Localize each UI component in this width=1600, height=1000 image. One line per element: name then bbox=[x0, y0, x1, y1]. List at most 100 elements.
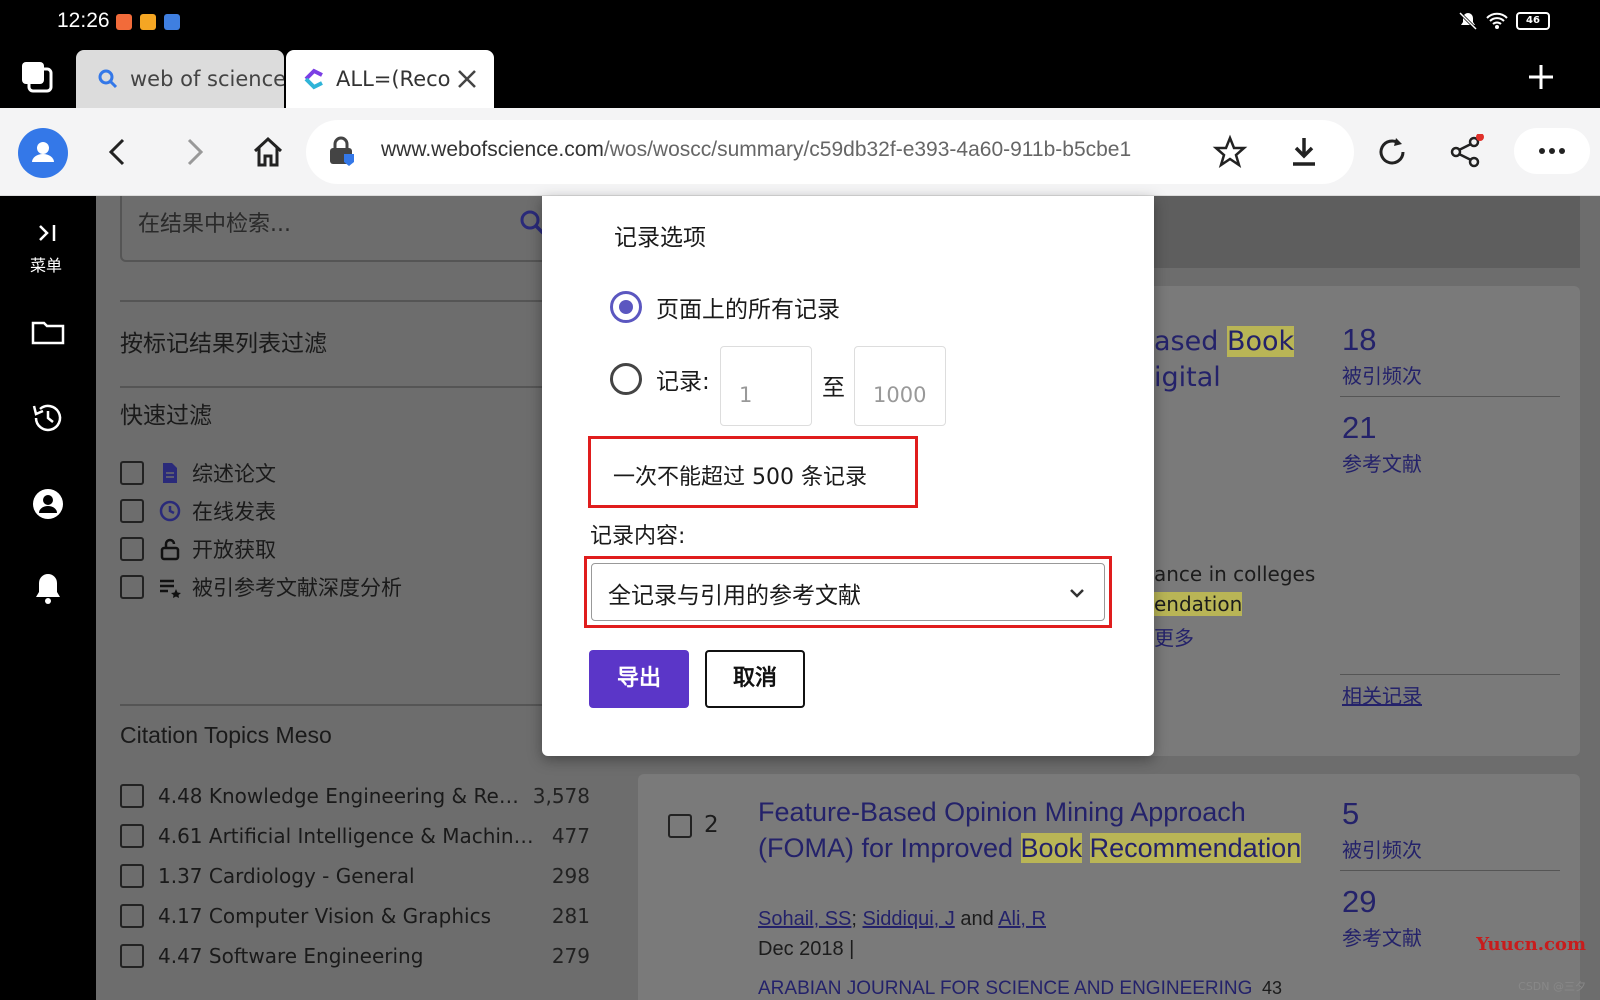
select-highlight: 全记录与引用的参考文献 bbox=[584, 556, 1112, 628]
export-button[interactable]: 导出 bbox=[589, 650, 689, 708]
mute-icon bbox=[1458, 11, 1478, 31]
result-2-title-line2[interactable]: (FOMA) for Improved Book Recommendation bbox=[758, 830, 1302, 866]
close-icon[interactable] bbox=[454, 66, 480, 92]
checkbox[interactable] bbox=[120, 537, 144, 561]
checkbox[interactable] bbox=[120, 944, 144, 968]
status-time: 12:26 bbox=[57, 9, 110, 32]
result-1-snippet: ance in colleges bbox=[1154, 562, 1316, 586]
author-link[interactable]: Ali, R bbox=[998, 908, 1046, 930]
result-2-refs-count[interactable]: 29 bbox=[1342, 884, 1376, 920]
list-star-icon bbox=[160, 579, 181, 598]
tab-strip: web of science ALL=(Reco bbox=[0, 46, 1600, 108]
notification-bell-icon[interactable] bbox=[30, 570, 66, 606]
max-records-warning: 一次不能超过 500 条记录 bbox=[588, 436, 918, 508]
range-to-label: 至 bbox=[822, 375, 845, 401]
dialog-title: 记录选项 bbox=[614, 225, 706, 251]
tab-results[interactable]: ALL=(Reco bbox=[286, 50, 494, 108]
topic-row[interactable]: 4.48 Knowledge Engineering & Represe... … bbox=[120, 784, 590, 808]
export-records-dialog: 记录选项 页面上的所有记录 记录: 1 至 1000 一次不能超过 500 条记… bbox=[542, 196, 1154, 756]
result-1-snippet-highlight: endation bbox=[1154, 592, 1243, 616]
more-icon bbox=[1539, 148, 1565, 154]
search-placeholder: 在结果中检索... bbox=[138, 212, 291, 237]
status-bar: 12:26 46 bbox=[0, 0, 1600, 46]
divider bbox=[120, 386, 560, 388]
browser-toolbar: www.webofscience.com/wos/woscc/summary/c… bbox=[0, 108, 1600, 196]
checkbox[interactable] bbox=[120, 904, 144, 928]
tab-switcher-icon[interactable] bbox=[20, 60, 54, 94]
result-2-journal[interactable]: ARABIAN JOURNAL FOR SCIENCE AND ENGINEER… bbox=[758, 978, 1252, 1000]
result-2-cited-label: 被引频次 bbox=[1342, 838, 1422, 862]
share-icon[interactable] bbox=[1448, 134, 1484, 170]
result-2-authors: Sohail, SS; Siddiqui, J and Ali, R bbox=[758, 908, 1046, 930]
expand-menu-icon[interactable] bbox=[30, 216, 66, 252]
lock-icon bbox=[330, 136, 354, 166]
result-1-title-line2[interactable]: igital bbox=[1154, 360, 1221, 396]
divider bbox=[1340, 396, 1560, 397]
checkbox[interactable] bbox=[120, 461, 144, 485]
history-icon[interactable] bbox=[30, 400, 66, 436]
result-2-checkbox[interactable] bbox=[668, 814, 692, 838]
result-2-volume: 43 bbox=[1262, 978, 1283, 998]
record-content-select[interactable]: 全记录与引用的参考文献 bbox=[591, 563, 1105, 621]
checkbox[interactable] bbox=[120, 575, 144, 599]
quick-filter-title: 快速过滤 bbox=[120, 403, 212, 429]
bookmark-star-icon[interactable] bbox=[1212, 134, 1248, 170]
left-nav: 菜单 bbox=[0, 196, 96, 1000]
topic-row[interactable]: 4.47 Software Engineering 279 bbox=[120, 944, 590, 968]
show-more-link[interactable]: 更多 bbox=[1154, 622, 1194, 651]
topic-row[interactable]: 1.37 Cardiology - General 298 bbox=[120, 864, 590, 888]
result-2-refs-label: 参考文献 bbox=[1342, 926, 1422, 950]
author-link[interactable]: Sohail, SS bbox=[758, 908, 851, 930]
result-1-title-line1[interactable]: ased Book bbox=[1154, 324, 1295, 360]
more-menu-button[interactable] bbox=[1514, 128, 1590, 174]
battery-icon: 46 bbox=[1516, 12, 1550, 30]
menu-label[interactable]: 菜单 bbox=[30, 252, 62, 276]
result-2-title-line1[interactable]: Feature-Based Opinion Mining Approach bbox=[758, 794, 1246, 830]
range-from-input[interactable]: 1 bbox=[720, 346, 812, 426]
forward-icon[interactable] bbox=[176, 134, 212, 170]
divider bbox=[120, 300, 560, 302]
topic-row[interactable]: 4.61 Artificial Intelligence & Machine L… bbox=[120, 824, 590, 848]
quick-filter-open-access[interactable]: 开放获取 bbox=[120, 534, 276, 564]
author-link[interactable]: Siddiqui, J bbox=[863, 908, 955, 930]
home-icon[interactable] bbox=[250, 134, 286, 170]
checkbox[interactable] bbox=[120, 784, 144, 808]
quick-filter-review[interactable]: 综述论文 bbox=[120, 458, 276, 488]
option-record-range[interactable]: 记录: bbox=[610, 362, 710, 396]
radio-selected[interactable] bbox=[610, 291, 642, 323]
tab-web-of-science[interactable]: web of science bbox=[76, 50, 284, 108]
cancel-button[interactable]: 取消 bbox=[705, 650, 805, 708]
quick-filter-early-access[interactable]: 在线发表 bbox=[120, 496, 276, 526]
quick-filter-enriched-refs[interactable]: 被引参考文献深度分析 bbox=[120, 572, 402, 602]
checkbox[interactable] bbox=[120, 824, 144, 848]
account-icon[interactable] bbox=[30, 486, 66, 522]
back-icon[interactable] bbox=[100, 134, 136, 170]
filter-by-marked-title[interactable]: 按标记结果列表过滤 bbox=[120, 324, 327, 358]
address-bar[interactable]: www.webofscience.com/wos/woscc/summary/c… bbox=[306, 120, 1354, 184]
unlock-icon bbox=[160, 538, 180, 561]
result-1-cited-count[interactable]: 18 bbox=[1342, 322, 1376, 358]
topic-row[interactable]: 4.17 Computer Vision & Graphics 281 bbox=[120, 904, 590, 928]
new-tab-icon[interactable] bbox=[1526, 62, 1556, 92]
url-text: www.webofscience.com/wos/woscc/summary/c… bbox=[381, 138, 1132, 161]
related-records-link[interactable]: 相关记录 bbox=[1342, 680, 1422, 709]
checkbox[interactable] bbox=[120, 499, 144, 523]
result-1-cited-label: 被引频次 bbox=[1342, 364, 1422, 388]
result-2-cited-count[interactable]: 5 bbox=[1342, 796, 1359, 832]
result-1-refs-count[interactable]: 21 bbox=[1342, 410, 1376, 446]
radio-unselected[interactable] bbox=[610, 363, 642, 395]
folder-icon[interactable] bbox=[30, 314, 66, 350]
result-2-index: 2 bbox=[704, 812, 719, 838]
profile-avatar[interactable] bbox=[18, 128, 68, 178]
results-toolbar bbox=[1150, 196, 1580, 268]
range-to-input[interactable]: 1000 bbox=[854, 346, 946, 426]
option-all-records[interactable]: 页面上的所有记录 bbox=[610, 290, 840, 324]
download-icon[interactable] bbox=[1286, 134, 1322, 170]
checkbox[interactable] bbox=[120, 864, 144, 888]
watermark: Yuucn.com bbox=[1476, 934, 1586, 955]
citation-topics-title: Citation Topics Meso bbox=[120, 722, 332, 748]
refresh-icon[interactable] bbox=[1374, 134, 1410, 170]
search-within-results[interactable]: 在结果中检索... bbox=[120, 196, 560, 262]
divider bbox=[1340, 870, 1560, 871]
notification-app-icon bbox=[164, 14, 180, 30]
